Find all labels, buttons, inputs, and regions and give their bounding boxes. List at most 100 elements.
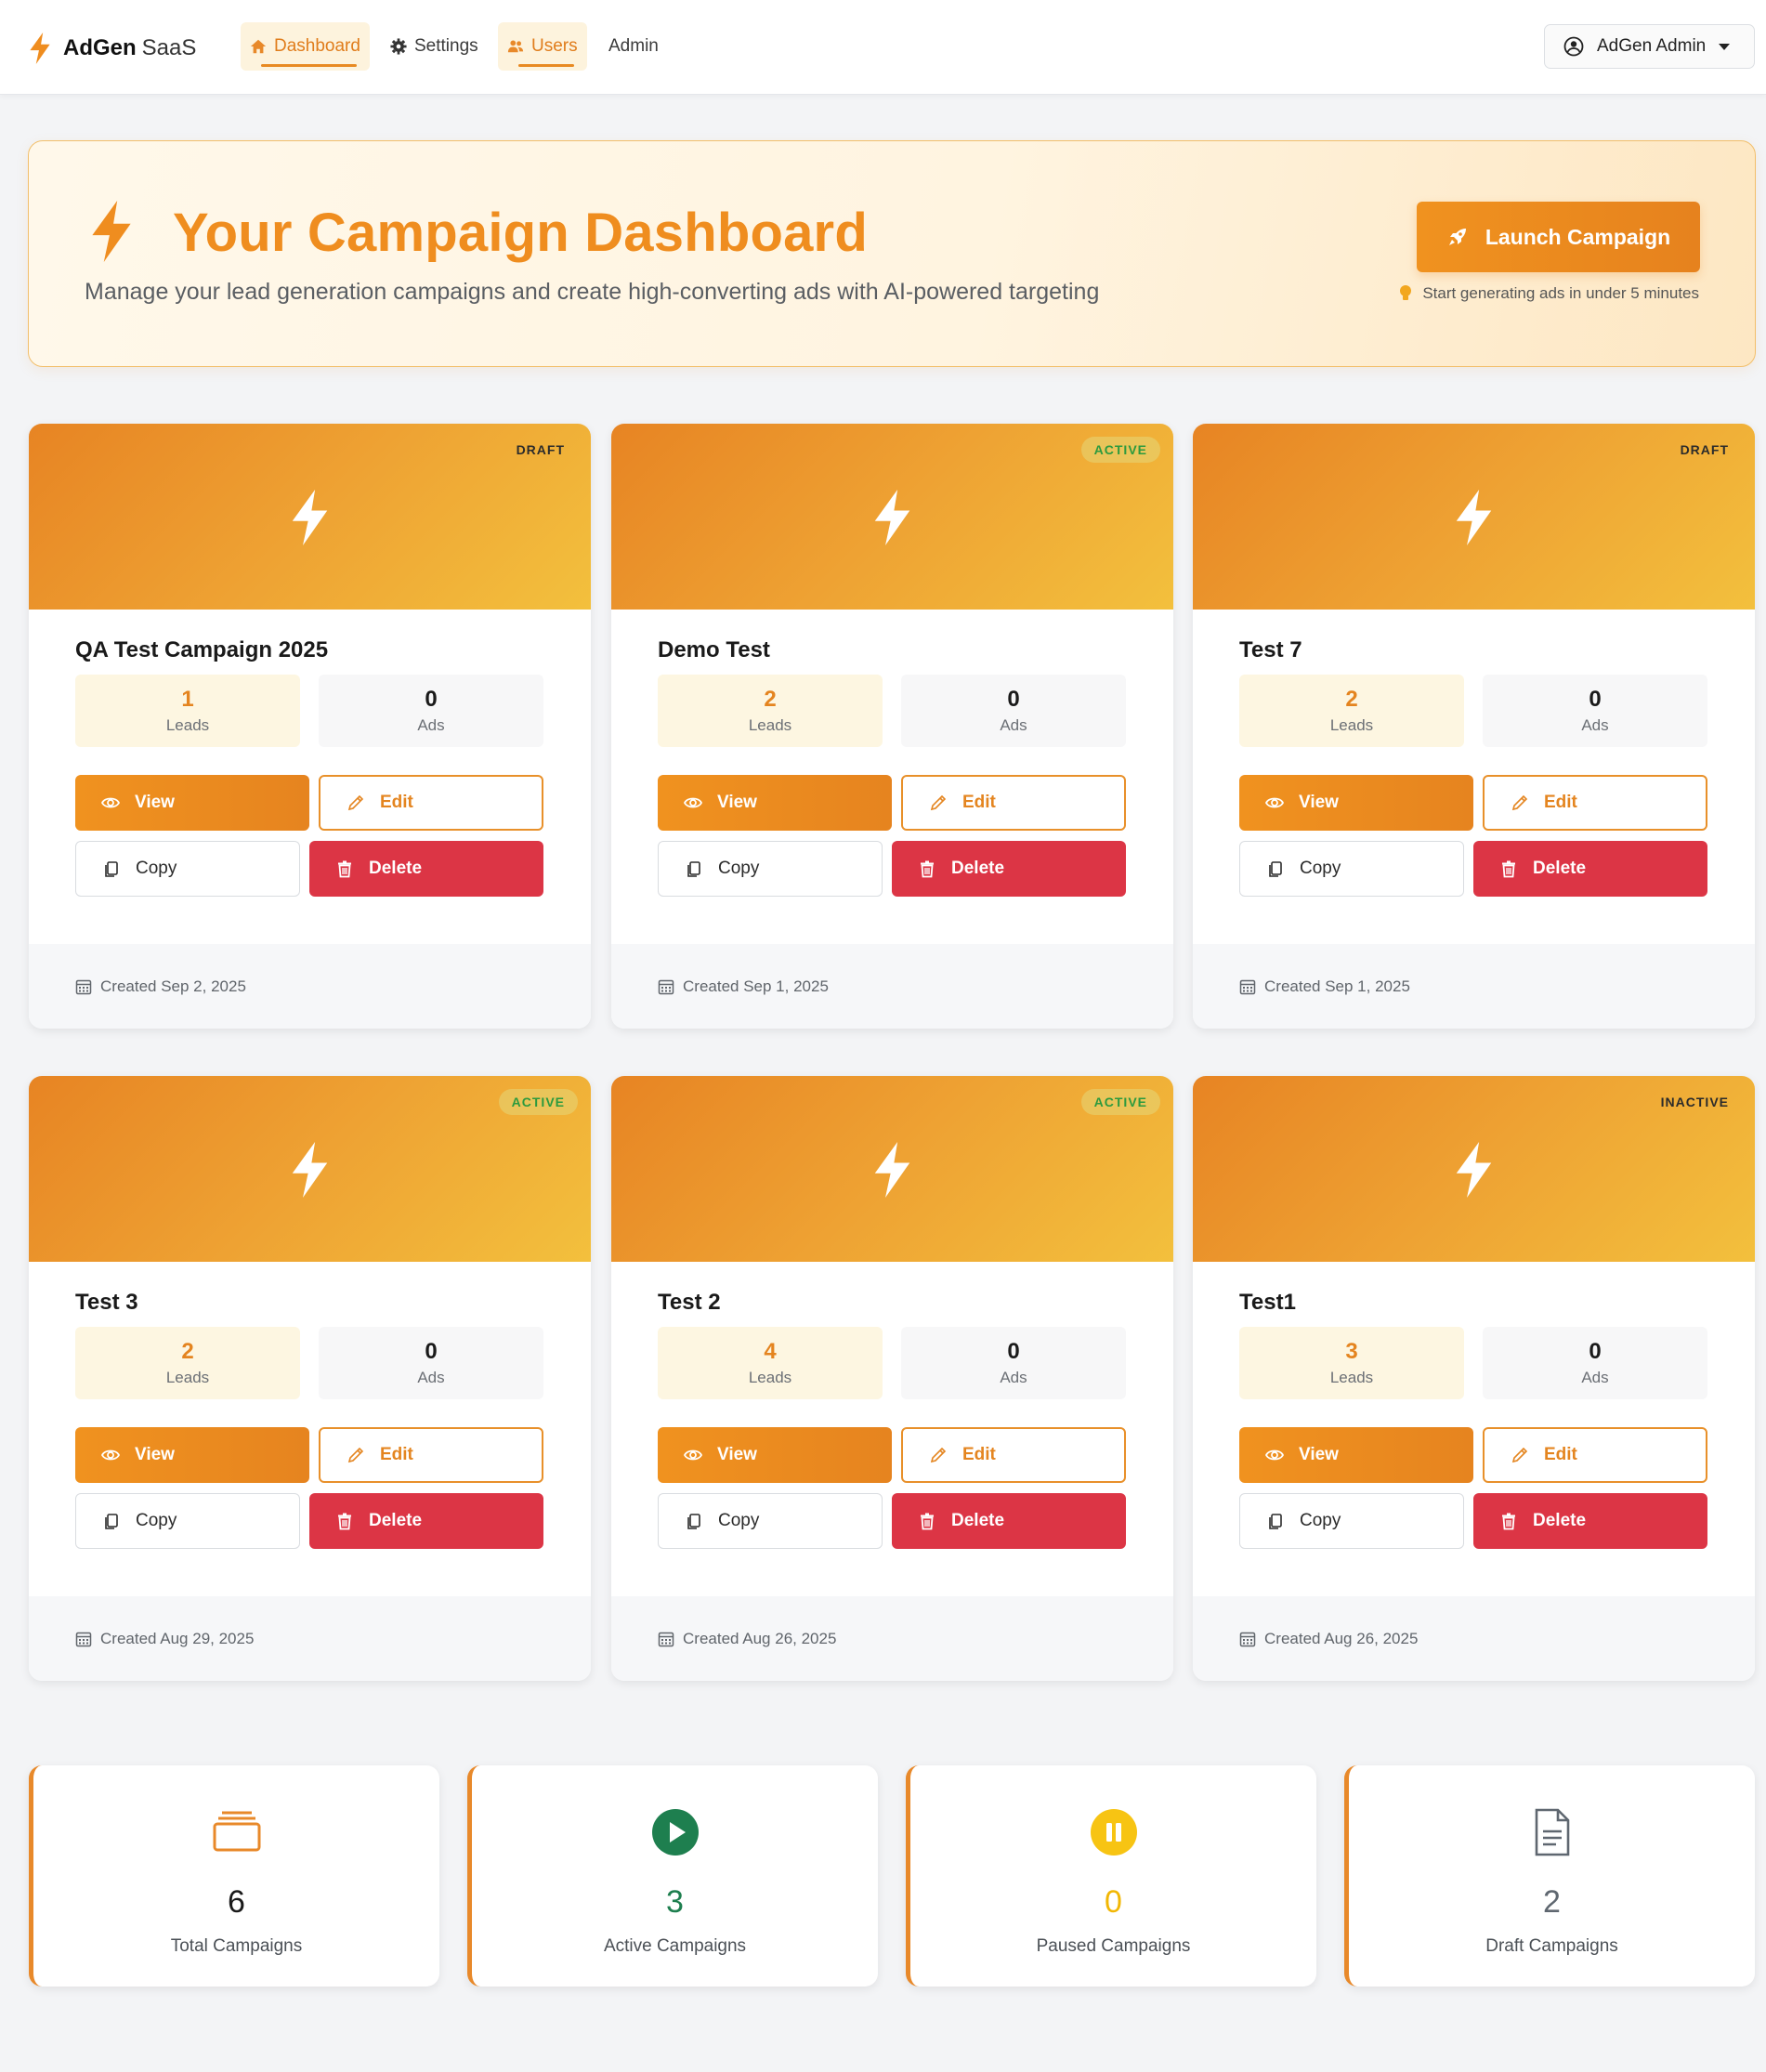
card-footer: Created Aug 29, 2025: [29, 1596, 591, 1681]
copy-button[interactable]: Copy: [75, 1493, 300, 1549]
summary-value: 3: [666, 1884, 684, 1920]
created-date: Created Aug 26, 2025: [683, 1629, 837, 1647]
user-menu-label: AdGen Admin: [1597, 36, 1707, 56]
leads-stat: 2 Leads: [658, 675, 883, 747]
copy-button[interactable]: Copy: [1239, 1493, 1464, 1549]
view-button[interactable]: View: [75, 1427, 309, 1483]
copy-button[interactable]: Copy: [1239, 841, 1464, 897]
pencil-icon: [1511, 1446, 1544, 1464]
nav-admin[interactable]: Admin: [599, 22, 668, 71]
user-circle-icon: [1563, 36, 1584, 57]
leads-label: Leads: [748, 716, 792, 734]
lightning-icon: [874, 1142, 910, 1198]
trash-icon: [918, 859, 951, 878]
view-button[interactable]: View: [658, 1427, 892, 1483]
status-badge: ACTIVE: [1080, 1089, 1160, 1115]
leads-count: 2: [764, 687, 777, 712]
copy-button[interactable]: Copy: [658, 841, 883, 897]
edit-button[interactable]: Edit: [901, 775, 1126, 831]
user-menu-dropdown[interactable]: AdGen Admin: [1544, 24, 1755, 69]
leads-count: 1: [181, 687, 194, 712]
delete-button[interactable]: Delete: [1473, 1493, 1707, 1549]
nav-dashboard[interactable]: Dashboard: [241, 22, 370, 71]
leads-count: 2: [1345, 687, 1358, 712]
view-label: View: [135, 1445, 175, 1464]
view-label: View: [717, 1445, 757, 1464]
brand[interactable]: AdGen SaaS: [28, 30, 196, 67]
launch-campaign-button[interactable]: Launch Campaign: [1417, 202, 1700, 272]
copy-button[interactable]: Copy: [658, 1493, 883, 1549]
ads-stat: 0 Ads: [319, 1327, 543, 1399]
copy-label: Copy: [718, 859, 760, 878]
trash-icon: [918, 1512, 951, 1530]
campaign-banner: ACTIVE: [611, 1076, 1173, 1262]
view-label: View: [717, 793, 757, 812]
nav-users[interactable]: Users: [498, 22, 587, 71]
eye-icon: [684, 793, 717, 812]
eye-icon: [1265, 793, 1299, 812]
nav-dashboard-label: Dashboard: [274, 36, 360, 56]
leads-stat: 3 Leads: [1239, 1327, 1464, 1399]
edit-button[interactable]: Edit: [901, 1427, 1126, 1483]
created-date: Created Sep 2, 2025: [100, 977, 246, 995]
view-button[interactable]: View: [75, 775, 309, 831]
play-circle-icon: [650, 1807, 700, 1857]
summary-value: 6: [228, 1884, 245, 1920]
lightbulb-icon: [1400, 285, 1412, 300]
delete-label: Delete: [1533, 1511, 1587, 1530]
edit-button[interactable]: Edit: [319, 1427, 543, 1483]
top-navbar: AdGen SaaS Dashboard Settings Users Admi…: [0, 0, 1766, 95]
card-footer: Created Aug 26, 2025: [611, 1596, 1173, 1681]
calendar-icon: [75, 978, 100, 995]
leads-label: Leads: [748, 1369, 792, 1386]
edit-button[interactable]: Edit: [319, 775, 543, 831]
chevron-down-icon: [1719, 43, 1731, 50]
edit-button[interactable]: Edit: [1483, 775, 1707, 831]
summary-value: 2: [1543, 1884, 1561, 1920]
copy-button[interactable]: Copy: [75, 841, 300, 897]
eye-icon: [101, 1446, 135, 1464]
edit-button[interactable]: Edit: [1483, 1427, 1707, 1483]
delete-button[interactable]: Delete: [309, 1493, 543, 1549]
campaign-title: Test 3: [75, 1290, 138, 1315]
view-button[interactable]: View: [1239, 775, 1473, 831]
copy-icon: [685, 859, 718, 878]
calendar-icon: [1239, 978, 1264, 995]
summary-label: Paused Campaigns: [1036, 1936, 1191, 1956]
campaign-banner: DRAFT: [29, 424, 591, 610]
nav-settings[interactable]: Settings: [381, 22, 488, 71]
copy-label: Copy: [1300, 859, 1341, 878]
ads-label: Ads: [1000, 716, 1027, 734]
eye-icon: [1265, 1446, 1299, 1464]
trash-icon: [1499, 1512, 1533, 1530]
ads-count: 0: [1589, 687, 1602, 712]
summary-card: 6 Total Campaigns: [29, 1765, 439, 1987]
card-footer: Created Sep 2, 2025: [29, 944, 591, 1029]
created-date: Created Sep 1, 2025: [1264, 977, 1410, 995]
copy-icon: [102, 1512, 136, 1530]
lightning-icon: [1456, 1142, 1492, 1198]
card-footer: Created Sep 1, 2025: [611, 944, 1173, 1029]
delete-button[interactable]: Delete: [892, 1493, 1126, 1549]
summary-card: 0 Paused Campaigns: [906, 1765, 1316, 1987]
document-icon: [1527, 1807, 1577, 1857]
delete-button[interactable]: Delete: [309, 841, 543, 897]
ads-count: 0: [1007, 687, 1020, 712]
calendar-icon: [75, 1631, 100, 1647]
lightning-icon: [292, 490, 328, 545]
trash-icon: [1499, 859, 1533, 878]
ads-stat: 0 Ads: [319, 675, 543, 747]
ads-label: Ads: [1000, 1369, 1027, 1386]
status-badge: DRAFT: [1680, 442, 1729, 457]
delete-button[interactable]: Delete: [892, 841, 1126, 897]
view-button[interactable]: View: [1239, 1427, 1473, 1483]
edit-label: Edit: [1544, 1445, 1577, 1464]
view-button[interactable]: View: [658, 775, 892, 831]
stack-icon: [212, 1807, 262, 1857]
brand-name: AdGen: [63, 35, 137, 60]
status-badge: DRAFT: [516, 442, 565, 457]
delete-button[interactable]: Delete: [1473, 841, 1707, 897]
campaign-card: ACTIVE Demo Test 2 Leads 0 Ads View Edit…: [611, 424, 1173, 1029]
users-icon: [507, 40, 524, 53]
leads-label: Leads: [1329, 1369, 1374, 1386]
